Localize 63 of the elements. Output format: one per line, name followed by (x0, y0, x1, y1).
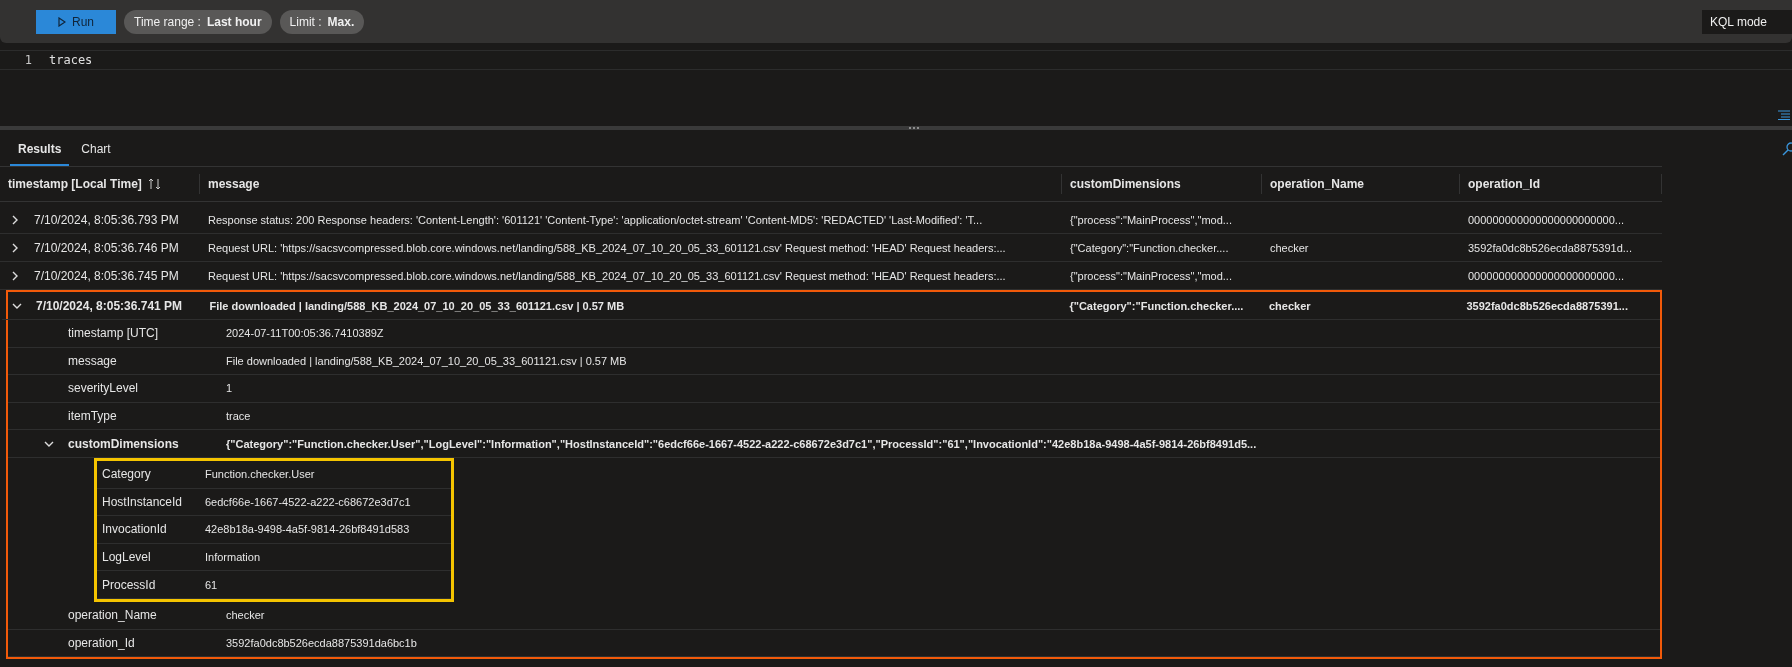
table-cell: Request URL: 'https://sacsvcompressed.blob.core.windows.net/landing/588_KB_2024_07_10_20_05_33_601121.csv' Request method: 'HEAD' Request headers:... (208, 269, 1006, 282)
field-name: timestamp [UTC] (68, 326, 159, 341)
table-cell: Response status: 200 Response headers: 'Content-Length': '601121' 'Content-Type': 'application/octet-stream' 'Content-MD5': 'REDACTED' 'Last-Modified': 'T... (208, 213, 983, 226)
field-value: 6edcf66e-1667-4522-a222-c68672e3d7c1 (205, 495, 411, 508)
table-cell: 7/10/2024, 8:05:36.793 PM (34, 212, 179, 227)
line-number: 1 (23, 53, 33, 67)
column-header[interactable]: timestamp [Local Time] (8, 177, 142, 191)
field-value: 3592fa0dc8b526ecda8875391da6bc1b (226, 636, 417, 649)
expand-chevron-icon[interactable] (10, 214, 20, 225)
table-cell: 7/10/2024, 8:05:36.741 PM (36, 298, 183, 313)
field-name: severityLevel (68, 381, 140, 396)
field-name: operation_Id (68, 635, 136, 650)
table-cell: checker (1268, 299, 1311, 312)
table-cell: {"Category":"Function.checker.... (1069, 299, 1244, 312)
table-cell: 3592fa0dc8b526ecda8875391d... (1468, 241, 1632, 254)
results-tab[interactable]: Chart (73, 142, 119, 166)
field-value: 2024-07-11T00:05:36.7410389Z (226, 327, 384, 340)
field-name: customDimensions (68, 436, 180, 451)
mode-dropdown[interactable]: KQL mode (1702, 9, 1792, 34)
field-name: Category (102, 467, 152, 482)
code-line[interactable]: traces (49, 53, 93, 67)
time-range-button[interactable]: Time range : Last hour (124, 9, 272, 34)
column-header[interactable]: message (208, 177, 260, 191)
results-tab[interactable]: Results (10, 142, 70, 166)
field-value: 1 (226, 382, 233, 395)
table-cell: Request URL: 'https://sacsvcompressed.blob.core.windows.net/landing/588_KB_2024_07_10_20_05_33_601121.csv' Request method: 'HEAD' Request headers:... (208, 241, 1006, 254)
expand-chevron-icon[interactable] (10, 242, 20, 253)
field-name: LogLevel (102, 550, 152, 565)
sort-icon[interactable] (147, 178, 162, 190)
expand-chevron-icon[interactable] (10, 270, 20, 281)
search-icon[interactable] (1782, 142, 1792, 156)
field-value: File downloaded | landing/588_KB_2024_07_10_20_05_33_601121.csv | 0.57 MB (226, 354, 627, 367)
field-value: 42e8b18a-9498-4a5f-9814-26bf8491d583 (205, 523, 410, 536)
field-value: {"Category":"Function.checker.User","LogLevel":"Information","HostInstanceId":"6edcf66e-1667-4522-a222-c68672e3d7c1","ProcessId":"61","InvocationId":"42e8b18a-9498-4a5f-9814-26bf8491d5... (226, 437, 1257, 450)
field-value: trace (226, 410, 251, 423)
field-value: 61 (205, 578, 218, 591)
table-cell: 7/10/2024, 8:05:36.746 PM (34, 240, 179, 255)
field-name: operation_Name (68, 608, 158, 623)
play-icon (58, 16, 66, 27)
field-value: Function.checker.User (205, 468, 315, 481)
field-name: message (68, 353, 118, 368)
splitter-handle-icon[interactable] (908, 126, 920, 130)
column-header[interactable]: customDimensions (1070, 177, 1181, 191)
column-header[interactable]: operation_Id (1468, 177, 1540, 191)
run-button[interactable]: Run (36, 9, 116, 34)
table-cell: {"process":"MainProcess","mod... (1070, 269, 1232, 282)
table-cell: 000000000000000000000000... (1468, 213, 1624, 226)
table-cell: {"Category":"Function.checker.... (1070, 241, 1229, 254)
column-header[interactable]: operation_Name (1270, 177, 1365, 191)
field-name: HostInstanceId (102, 494, 184, 509)
field-value: checker (226, 609, 265, 622)
table-cell: File downloaded | landing/588_KB_2024_07_10_20_05_33_601121.csv | 0.57 MB (209, 299, 625, 312)
field-name: InvocationId (102, 522, 168, 537)
format-lines-icon[interactable] (1778, 110, 1790, 120)
table-cell: 7/10/2024, 8:05:36.745 PM (34, 268, 179, 283)
table-cell: 000000000000000000000000... (1468, 269, 1624, 282)
table-cell: checker (1270, 241, 1309, 254)
field-value: Information (205, 551, 261, 564)
table-cell: {"process":"MainProcess","mod... (1070, 213, 1232, 226)
field-name: itemType (68, 409, 118, 424)
field-name: ProcessId (102, 577, 157, 592)
limit-button[interactable]: Limit : Max. (279, 9, 365, 34)
table-cell: 3592fa0dc8b526ecda8875391... (1466, 299, 1628, 312)
